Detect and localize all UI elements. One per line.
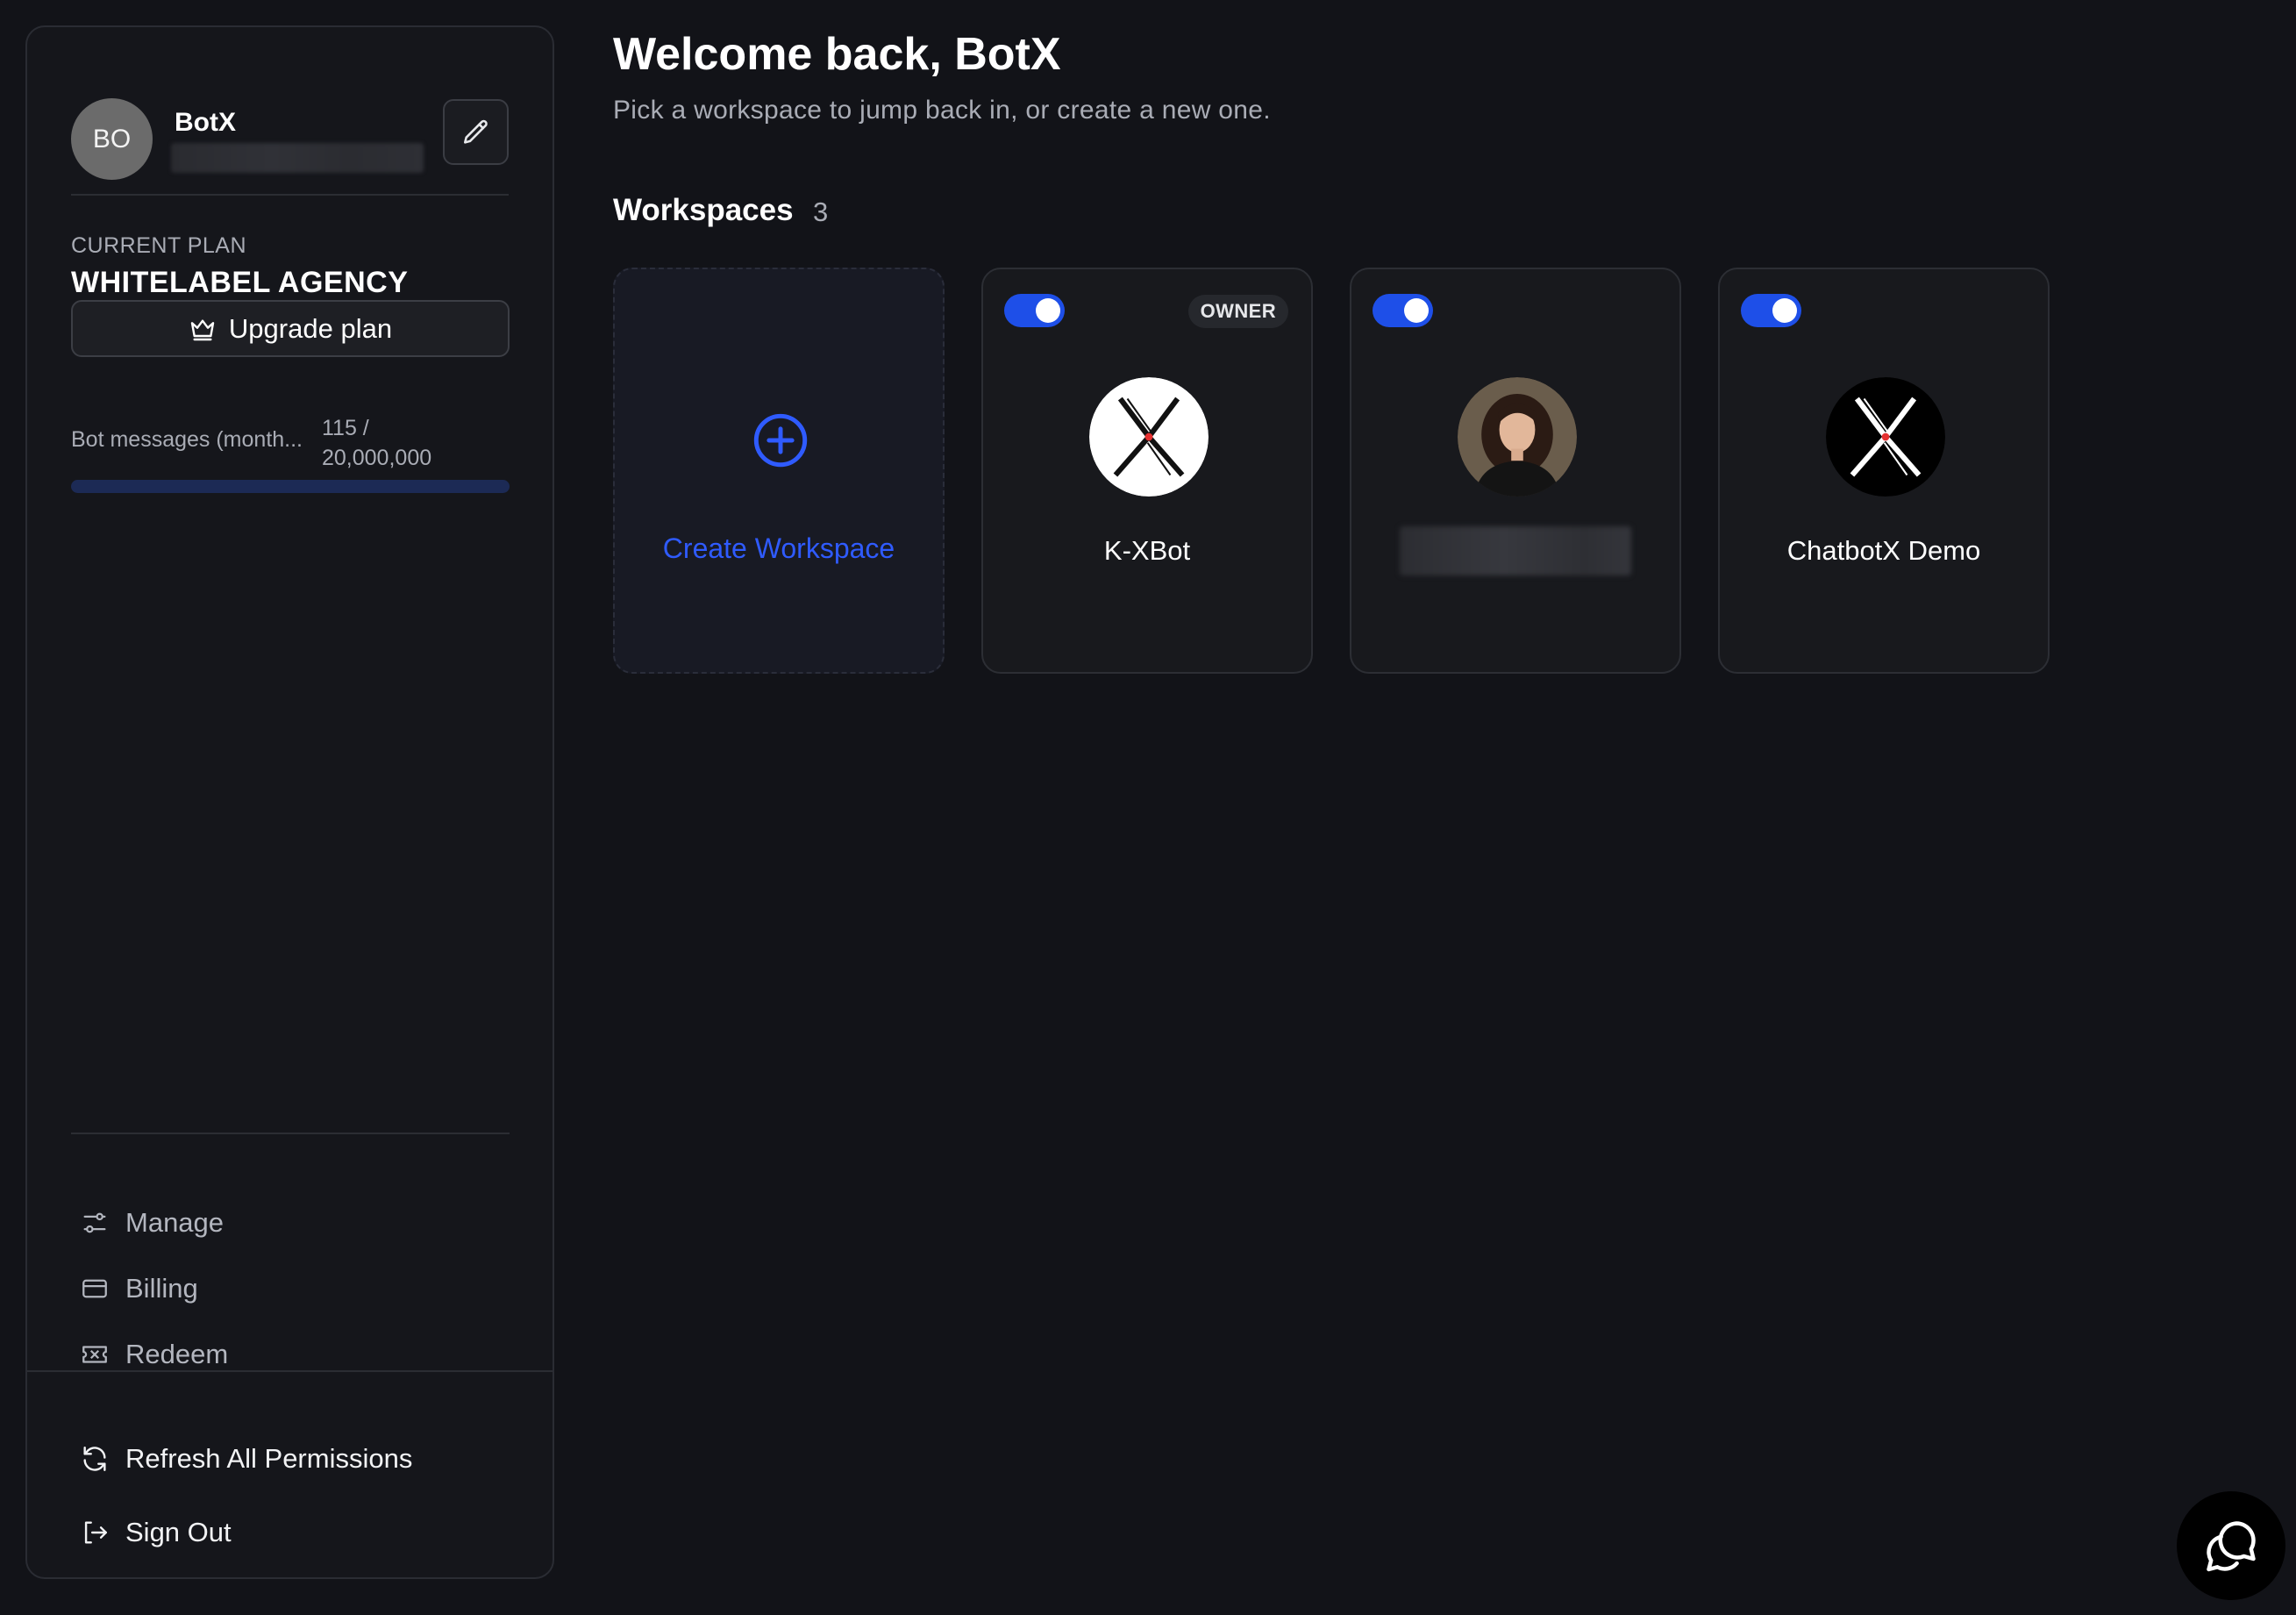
sidebar-divider (71, 1133, 510, 1134)
usage-progress-bar (71, 480, 510, 493)
main-content: Welcome back, BotX Pick a workspace to j… (613, 0, 2296, 1615)
page-subtitle: Pick a workspace to jump back in, or cre… (613, 96, 1271, 125)
x-logo-white-icon (1089, 377, 1209, 497)
profile-header: BO BotX (71, 73, 509, 196)
workspace-name: ChatbotX Demo (1786, 535, 1981, 566)
x-logo-black-icon (1826, 377, 1945, 497)
sidebar-bottom-nav: Refresh All Permissions Sign Out (80, 1422, 501, 1569)
credit-card-icon (82, 1279, 107, 1297)
sidebar-item-redeem[interactable]: Redeem (80, 1321, 501, 1387)
workspace-toggle[interactable] (1373, 294, 1433, 327)
workspace-name: K-XBot (1103, 535, 1191, 566)
sign-out-button[interactable]: Sign Out (80, 1496, 501, 1569)
pencil-icon (463, 119, 488, 144)
usage-label: Bot messages (month... (71, 427, 303, 452)
refresh-permissions-button[interactable]: Refresh All Permissions (80, 1422, 501, 1496)
chat-support-button[interactable] (2177, 1491, 2285, 1600)
edit-profile-button[interactable] (443, 99, 509, 165)
crown-icon (190, 318, 215, 340)
refresh-icon (83, 1447, 106, 1471)
page-title: Welcome back, BotX (613, 29, 1061, 80)
plus-circle-icon (753, 413, 808, 468)
usage-limit: 20,000,000 (322, 446, 432, 470)
ticket-icon (82, 1345, 107, 1363)
profile-email-redacted (171, 143, 424, 173)
sidebar-nav: Manage Billing Redeem (80, 1190, 501, 1387)
current-plan-label: CURRENT PLAN (71, 233, 247, 258)
upgrade-plan-button[interactable]: Upgrade plan (71, 300, 510, 357)
sidebar-item-billing[interactable]: Billing (80, 1255, 501, 1321)
sidebar-item-label: Billing (125, 1272, 198, 1304)
usage-value: 115 / 20,000,000 (322, 413, 431, 473)
workspace-toggle[interactable] (1741, 294, 1801, 327)
create-workspace-label: Create Workspace (662, 532, 895, 564)
create-workspace-card[interactable]: Create Workspace (613, 268, 945, 674)
sign-out-icon (84, 1521, 107, 1544)
workspace-card[interactable]: ChatbotX Demo (1718, 268, 2050, 674)
sidebar: BO BotX CURRENT PLAN WHITELABEL AGENCY U… (25, 25, 554, 1579)
workspaces-heading: Workspaces (613, 193, 794, 227)
avatar: BO (71, 98, 153, 180)
workspace-card[interactable] (1350, 268, 1681, 674)
person-photo (1458, 377, 1577, 497)
workspace-name-redacted (1400, 526, 1631, 575)
refresh-permissions-label: Refresh All Permissions (125, 1443, 413, 1474)
current-plan-name: WHITELABEL AGENCY (71, 266, 409, 299)
workspace-card[interactable]: OWNER K-XBot (981, 268, 1313, 674)
app-root: BO BotX CURRENT PLAN WHITELABEL AGENCY U… (0, 0, 2296, 1615)
sidebar-item-manage[interactable]: Manage (80, 1190, 501, 1255)
sliders-icon (83, 1212, 106, 1233)
owner-badge: OWNER (1187, 295, 1288, 328)
chat-bubbles-icon (2207, 1521, 2256, 1572)
sidebar-item-label: Manage (125, 1206, 225, 1238)
profile-name: BotX (175, 108, 236, 137)
sidebar-item-label: Redeem (125, 1338, 229, 1369)
sidebar-bottom-divider (27, 1370, 553, 1372)
sign-out-label: Sign Out (125, 1517, 232, 1547)
usage-used: 115 / (322, 416, 369, 440)
workspaces-count: 3 (813, 197, 829, 227)
workspace-toggle[interactable] (1004, 294, 1065, 327)
upgrade-plan-label: Upgrade plan (228, 312, 393, 344)
